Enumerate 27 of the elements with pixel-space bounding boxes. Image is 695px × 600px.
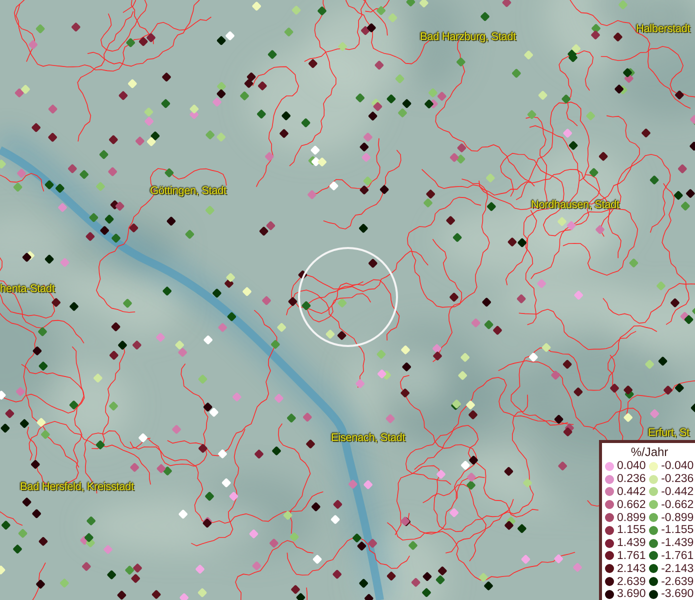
place-label: Halberstadt [636,23,690,35]
legend-value: -0.236 [661,473,694,486]
legend-value: 1.439 [617,537,646,550]
place-label: Erfurt, St [648,427,690,439]
legend-value: -0.662 [661,498,694,511]
legend-value: 0.442 [617,486,646,498]
place-label: Bad Harzburg, Stadt [420,31,516,43]
legend-value: -1.155 [661,524,694,536]
legend-value: 1.761 [617,550,646,562]
legend-value: 0.236 [617,473,646,486]
legend-value: -3.690 [661,588,694,600]
legend-title: %/Jahr [630,445,670,459]
legend-value: -1.439 [661,537,694,550]
legend-value: 1.155 [617,524,646,536]
legend-value: 0.899 [617,512,646,524]
legend-value: -2.639 [661,576,694,588]
legend-value: -1.761 [661,550,694,562]
legend-value: 0.662 [617,498,646,511]
legend-value: 2.639 [617,576,646,588]
legend-value: -0.040 [661,460,694,472]
legend-value: 2.143 [617,562,646,575]
legend-value: -2.143 [661,562,694,575]
legend-value: 0.040 [617,460,646,472]
legend-value: 3.690 [617,588,646,600]
legend-value: -0.442 [661,486,694,498]
legend-value: -0.899 [661,512,694,524]
place-label: Eisenach, Stadt [331,432,406,444]
